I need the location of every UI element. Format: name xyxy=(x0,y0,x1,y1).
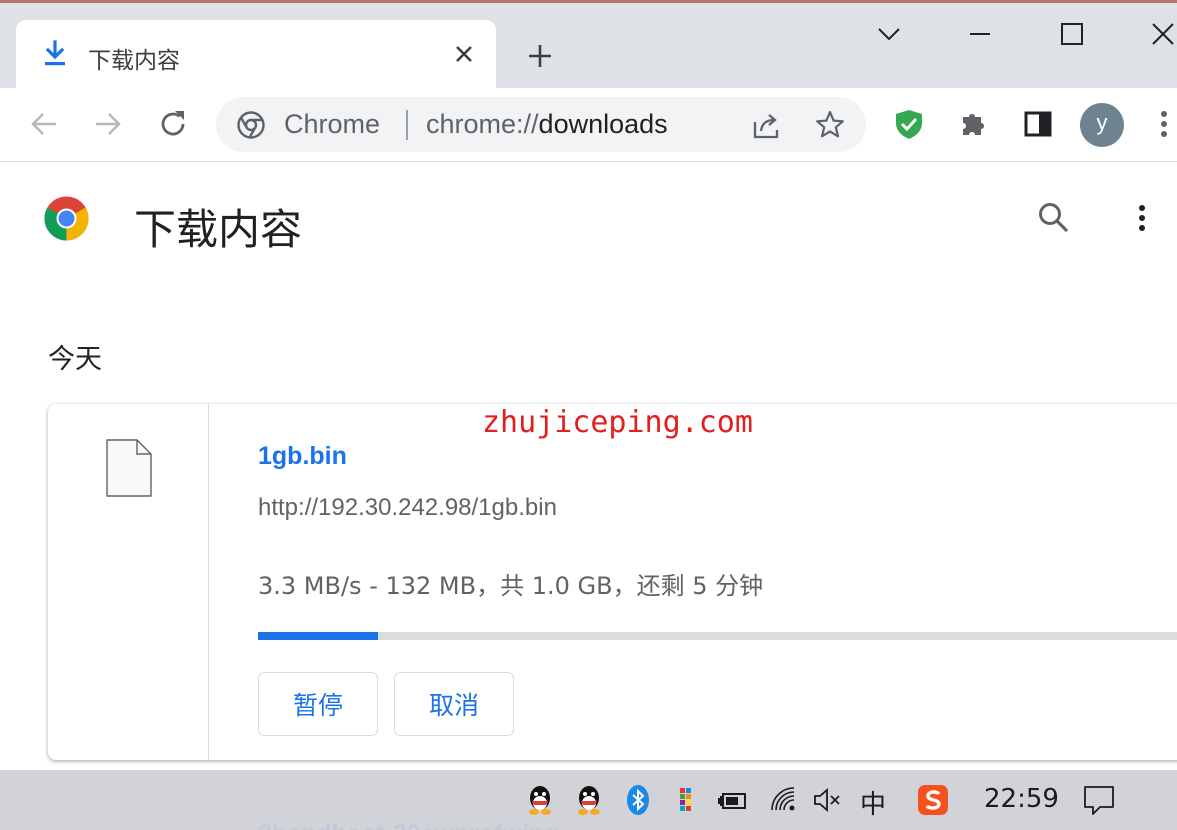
kebab-menu-icon[interactable] xyxy=(1152,108,1176,140)
profile-avatar[interactable]: y xyxy=(1080,103,1124,147)
sogou-icon[interactable] xyxy=(917,784,949,816)
taskbar: 中 22:59 xyxy=(0,770,1177,830)
wifi-icon[interactable] xyxy=(768,784,800,816)
reload-icon[interactable] xyxy=(157,108,189,140)
cancel-button[interactable]: 取消 xyxy=(394,672,514,736)
new-tab-button[interactable] xyxy=(525,41,555,71)
card-divider xyxy=(208,404,209,760)
chevron-down-icon[interactable] xyxy=(874,19,904,49)
chrome-site-icon xyxy=(236,110,266,140)
page-title: 下载内容 xyxy=(134,205,303,254)
file-url-link[interactable]: http://192.30.242.98/1gb.bin xyxy=(258,494,557,522)
arrow-right-icon[interactable] xyxy=(92,108,124,140)
url-path: downloads xyxy=(538,109,668,139)
omnibox-site-label: Chrome xyxy=(284,109,381,139)
tab-downloads[interactable]: 下载内容 xyxy=(16,20,496,88)
download-icon xyxy=(42,40,68,68)
progress-bar-fill xyxy=(258,632,378,640)
kebab-menu-icon[interactable] xyxy=(1128,200,1156,236)
browser-toolbar: Chrome chrome://downloads y xyxy=(0,88,1177,162)
arrow-left-icon[interactable] xyxy=(28,108,60,140)
ime-indicator[interactable]: 中 xyxy=(860,784,886,821)
bluetooth-icon[interactable] xyxy=(622,784,654,816)
minimize-icon[interactable] xyxy=(965,19,995,49)
search-icon[interactable] xyxy=(1036,200,1072,236)
tab-strip: 下载内容 xyxy=(0,3,1177,88)
star-icon[interactable] xyxy=(814,109,846,141)
omnibox[interactable]: Chrome chrome://downloads xyxy=(216,97,866,152)
close-icon[interactable] xyxy=(452,42,476,66)
qq-icon[interactable] xyxy=(573,784,605,816)
colorful-app-icon[interactable] xyxy=(670,784,702,816)
progress-bar xyxy=(258,632,1177,640)
puzzle-icon[interactable] xyxy=(958,108,990,140)
notification-icon[interactable] xyxy=(1083,784,1115,816)
pause-button[interactable]: 暂停 xyxy=(258,672,378,736)
qq-icon[interactable] xyxy=(524,784,556,816)
url-prefix: chrome:// xyxy=(426,109,539,139)
clock[interactable]: 22:59 xyxy=(984,784,1059,814)
omnibox-separator xyxy=(406,110,408,140)
close-window-icon[interactable] xyxy=(1148,19,1177,49)
download-status: 3.3 MB/s - 132 MB，共 1.0 GB，还剩 5 分钟 xyxy=(258,572,764,600)
file-icon xyxy=(105,438,153,498)
share-icon[interactable] xyxy=(750,110,782,142)
date-header: 今天 xyxy=(48,344,102,375)
omnibox-url: chrome://downloads xyxy=(426,109,668,140)
watermark-text: zhujiceping.com xyxy=(482,405,753,440)
file-name-link[interactable]: 1gb.bin xyxy=(258,442,347,471)
side-panel-icon[interactable] xyxy=(1022,108,1054,140)
volume-muted-icon[interactable] xyxy=(812,784,844,816)
maximize-icon[interactable] xyxy=(1057,19,1087,49)
tab-title: 下载内容 xyxy=(88,48,180,74)
chrome-logo-icon xyxy=(44,196,89,241)
download-item: 1gb.bin http://192.30.242.98/1gb.bin 3.3… xyxy=(48,404,1177,760)
shield-check-icon[interactable] xyxy=(893,108,925,140)
power-icon[interactable] xyxy=(717,784,749,816)
